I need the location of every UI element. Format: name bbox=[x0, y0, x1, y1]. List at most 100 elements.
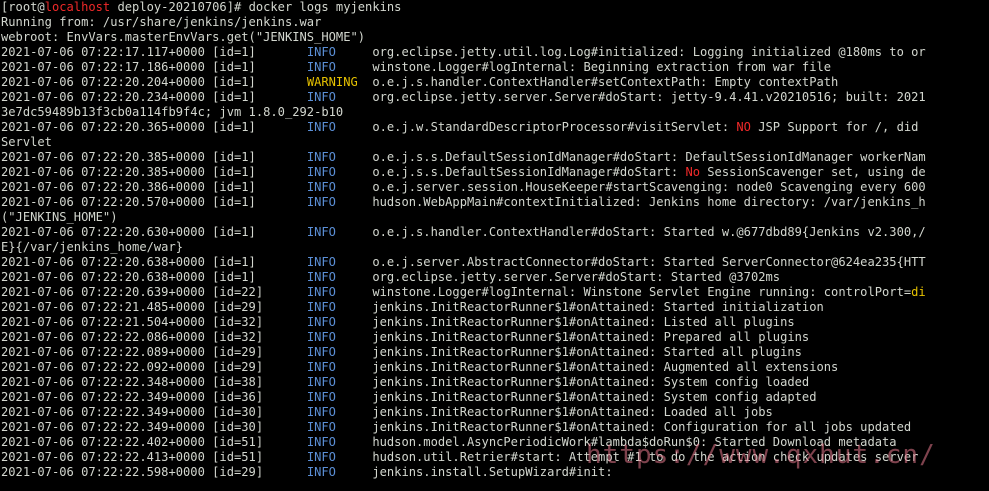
log-continuation-line: 3e7dc59489b13f3cb0a114fb9f4c; jvm 1.8.0_… bbox=[1, 105, 989, 120]
log-timestamp: 2021-07-06 07:22:22.086+0000 [id=32] bbox=[1, 330, 264, 344]
log-level-badge: INFO bbox=[306, 420, 336, 434]
log-timestamp: 2021-07-06 07:22:20.385+0000 [id=1] bbox=[1, 150, 256, 164]
log-timestamp: 2021-07-06 07:22:22.349+0000 [id=36] bbox=[1, 390, 264, 404]
log-level-badge: INFO bbox=[306, 375, 336, 389]
log-message: jenkins.InitReactorRunner$1#onAttained: … bbox=[372, 420, 912, 434]
log-message: jenkins.InitReactorRunner$1#onAttained: … bbox=[372, 405, 773, 419]
log-level-badge: INFO bbox=[306, 195, 336, 209]
log-timestamp: 2021-07-06 07:22:22.092+0000 [id=29] bbox=[1, 360, 264, 374]
log-line: 2021-07-06 07:22:21.504+0000 [id=32] INF… bbox=[1, 315, 989, 330]
log-message: org.eclipse.jetty.server.Server#doStart:… bbox=[372, 270, 781, 284]
log-line: 2021-07-06 07:22:20.630+0000 [id=1] INFO… bbox=[1, 225, 989, 240]
log-line: 2021-07-06 07:22:20.385+0000 [id=1] INFO… bbox=[1, 150, 989, 165]
log-continuation-text: ("JENKINS_HOME") bbox=[1, 210, 118, 224]
log-timestamp: 2021-07-06 07:22:20.386+0000 [id=1] bbox=[1, 180, 256, 194]
prompt-line: [root@localhost deploy-20210706]# docker… bbox=[1, 0, 989, 15]
log-level-badge: INFO bbox=[306, 300, 336, 314]
log-level-badge: INFO bbox=[306, 255, 336, 269]
log-timestamp: 2021-07-06 07:22:20.638+0000 [id=1] bbox=[1, 270, 256, 284]
log-level-badge: INFO bbox=[306, 180, 336, 194]
terminal-window[interactable]: [root@localhost deploy-20210706]# docker… bbox=[0, 0, 989, 491]
log-line: 2021-07-06 07:22:22.349+0000 [id=30] INF… bbox=[1, 420, 989, 435]
log-message: JSP Support for /, did bbox=[750, 120, 919, 134]
log-message: o.e.j.s.handler.ContextHandler#doStart: … bbox=[372, 225, 926, 239]
prompt-open: [root@ bbox=[1, 0, 45, 14]
log-level-badge: WARNING bbox=[306, 75, 358, 89]
log-timestamp: 2021-07-06 07:22:20.385+0000 [id=1] bbox=[1, 165, 256, 179]
log-level-badge: INFO bbox=[306, 150, 336, 164]
log-line: 2021-07-06 07:22:21.485+0000 [id=29] INF… bbox=[1, 300, 989, 315]
log-message: hudson.util.Retrier#start: Attempt #1 to… bbox=[372, 450, 919, 464]
log-level-badge: INFO bbox=[306, 45, 336, 59]
log-message: o.e.j.s.handler.ContextHandler#setContex… bbox=[372, 75, 839, 89]
log-timestamp: 2021-07-06 07:22:22.402+0000 [id=51] bbox=[1, 435, 264, 449]
log-message: winstone.Logger#logInternal: Beginning e… bbox=[372, 60, 832, 74]
log-timestamp: 2021-07-06 07:22:20.234+0000 [id=1] bbox=[1, 90, 256, 104]
log-line: 2021-07-06 07:22:17.186+0000 [id=1] INFO… bbox=[1, 60, 989, 75]
log-timestamp: 2021-07-06 07:22:22.349+0000 [id=30] bbox=[1, 405, 264, 419]
log-level-badge: INFO bbox=[306, 345, 336, 359]
log-timestamp: 2021-07-06 07:22:21.485+0000 [id=29] bbox=[1, 300, 264, 314]
log-line: 2021-07-06 07:22:22.413+0000 [id=51] INF… bbox=[1, 450, 989, 465]
log-level-badge: INFO bbox=[306, 165, 336, 179]
log-message: o.e.j.s.s.DefaultSessionIdManager#doStar… bbox=[372, 165, 686, 179]
log-continuation-text: Servlet bbox=[1, 135, 52, 149]
log-line: 2021-07-06 07:22:22.092+0000 [id=29] INF… bbox=[1, 360, 989, 375]
log-level-badge: INFO bbox=[306, 120, 336, 134]
log-continuation-text: E}{/var/jenkins_home/war} bbox=[1, 240, 184, 254]
log-message: jenkins.InitReactorRunner$1#onAttained: … bbox=[372, 330, 810, 344]
log-continuation-line: Servlet bbox=[1, 135, 989, 150]
log-level-badge: INFO bbox=[306, 315, 336, 329]
log-timestamp: 2021-07-06 07:22:20.570+0000 [id=1] bbox=[1, 195, 256, 209]
log-level-badge: INFO bbox=[306, 450, 336, 464]
log-level-badge: INFO bbox=[306, 270, 336, 284]
log-message: jenkins.InitReactorRunner$1#onAttained: … bbox=[372, 315, 795, 329]
log-message: o.e.j.w.StandardDescriptorProcessor#visi… bbox=[372, 120, 737, 134]
log-timestamp: 2021-07-06 07:22:20.630+0000 [id=1] bbox=[1, 225, 256, 239]
log-message: o.e.j.server.AbstractConnector#doStart: … bbox=[372, 255, 926, 269]
log-timestamp: 2021-07-06 07:22:22.598+0000 [id=29] bbox=[1, 465, 264, 479]
log-level-badge: INFO bbox=[306, 225, 336, 239]
log-timestamp: 2021-07-06 07:22:17.117+0000 [id=1] bbox=[1, 45, 256, 59]
log-message: SessionScavenger set, using de bbox=[700, 165, 926, 179]
log-line: 2021-07-06 07:22:20.385+0000 [id=1] INFO… bbox=[1, 165, 989, 180]
log-line: 2021-07-06 07:22:17.117+0000 [id=1] INFO… bbox=[1, 45, 989, 60]
log-message: hudson.model.AsyncPeriodicWork#lambda$do… bbox=[372, 435, 897, 449]
log-line: 2021-07-06 07:22:20.365+0000 [id=1] INFO… bbox=[1, 120, 989, 135]
log-level-badge: INFO bbox=[306, 405, 336, 419]
log-line: 2021-07-06 07:22:22.598+0000 [id=29] INF… bbox=[1, 465, 989, 480]
preamble-line: webroot: EnvVars.masterEnvVars.get("JENK… bbox=[1, 30, 366, 44]
log-message-highlight: NO bbox=[736, 120, 751, 134]
log-message: winstone.Logger#logInternal: Winstone Se… bbox=[372, 285, 912, 299]
log-timestamp: 2021-07-06 07:22:22.089+0000 [id=29] bbox=[1, 345, 264, 359]
preamble-line: Running from: /usr/share/jenkins/jenkins… bbox=[1, 15, 322, 29]
log-level-badge: INFO bbox=[306, 465, 336, 479]
log-level-badge: INFO bbox=[306, 90, 336, 104]
log-message: org.eclipse.jetty.server.Server#doStart:… bbox=[372, 90, 926, 104]
log-line: 2021-07-06 07:22:20.638+0000 [id=1] INFO… bbox=[1, 270, 989, 285]
log-line: 2021-07-06 07:22:20.570+0000 [id=1] INFO… bbox=[1, 195, 989, 210]
log-line: 2021-07-06 07:22:22.086+0000 [id=32] INF… bbox=[1, 330, 989, 345]
log-continuation-text: 3e7dc59489b13f3cb0a114fb9f4c; jvm 1.8.0_… bbox=[1, 105, 344, 119]
log-line: 2021-07-06 07:22:22.349+0000 [id=30] INF… bbox=[1, 405, 989, 420]
log-message: o.e.j.server.session.HouseKeeper#startSc… bbox=[372, 180, 926, 194]
log-timestamp: 2021-07-06 07:22:21.504+0000 [id=32] bbox=[1, 315, 264, 329]
log-timestamp: 2021-07-06 07:22:17.186+0000 [id=1] bbox=[1, 60, 256, 74]
log-timestamp: 2021-07-06 07:22:22.413+0000 [id=51] bbox=[1, 450, 264, 464]
log-level-badge: INFO bbox=[306, 330, 336, 344]
log-line: 2021-07-06 07:22:20.234+0000 [id=1] INFO… bbox=[1, 90, 989, 105]
log-timestamp: 2021-07-06 07:22:20.638+0000 [id=1] bbox=[1, 255, 256, 269]
log-message: hudson.WebAppMain#contextInitialized: Je… bbox=[372, 195, 926, 209]
log-level-badge: INFO bbox=[306, 285, 336, 299]
log-message: jenkins.InitReactorRunner$1#onAttained: … bbox=[372, 300, 824, 314]
log-line: 2021-07-06 07:22:20.204+0000 [id=1] WARN… bbox=[1, 75, 989, 90]
log-level-badge: INFO bbox=[306, 390, 336, 404]
prompt-host: localhost bbox=[44, 0, 111, 14]
log-line: 2021-07-06 07:22:22.348+0000 [id=38] INF… bbox=[1, 375, 989, 390]
log-line: 2021-07-06 07:22:20.639+0000 [id=22] INF… bbox=[1, 285, 989, 300]
log-timestamp: 2021-07-06 07:22:20.204+0000 [id=1] bbox=[1, 75, 256, 89]
log-line: 2021-07-06 07:22:22.349+0000 [id=36] INF… bbox=[1, 390, 989, 405]
log-timestamp: 2021-07-06 07:22:20.639+0000 [id=22] bbox=[1, 285, 264, 299]
log-timestamp: 2021-07-06 07:22:22.348+0000 [id=38] bbox=[1, 375, 264, 389]
log-message-highlight: No bbox=[685, 165, 700, 179]
